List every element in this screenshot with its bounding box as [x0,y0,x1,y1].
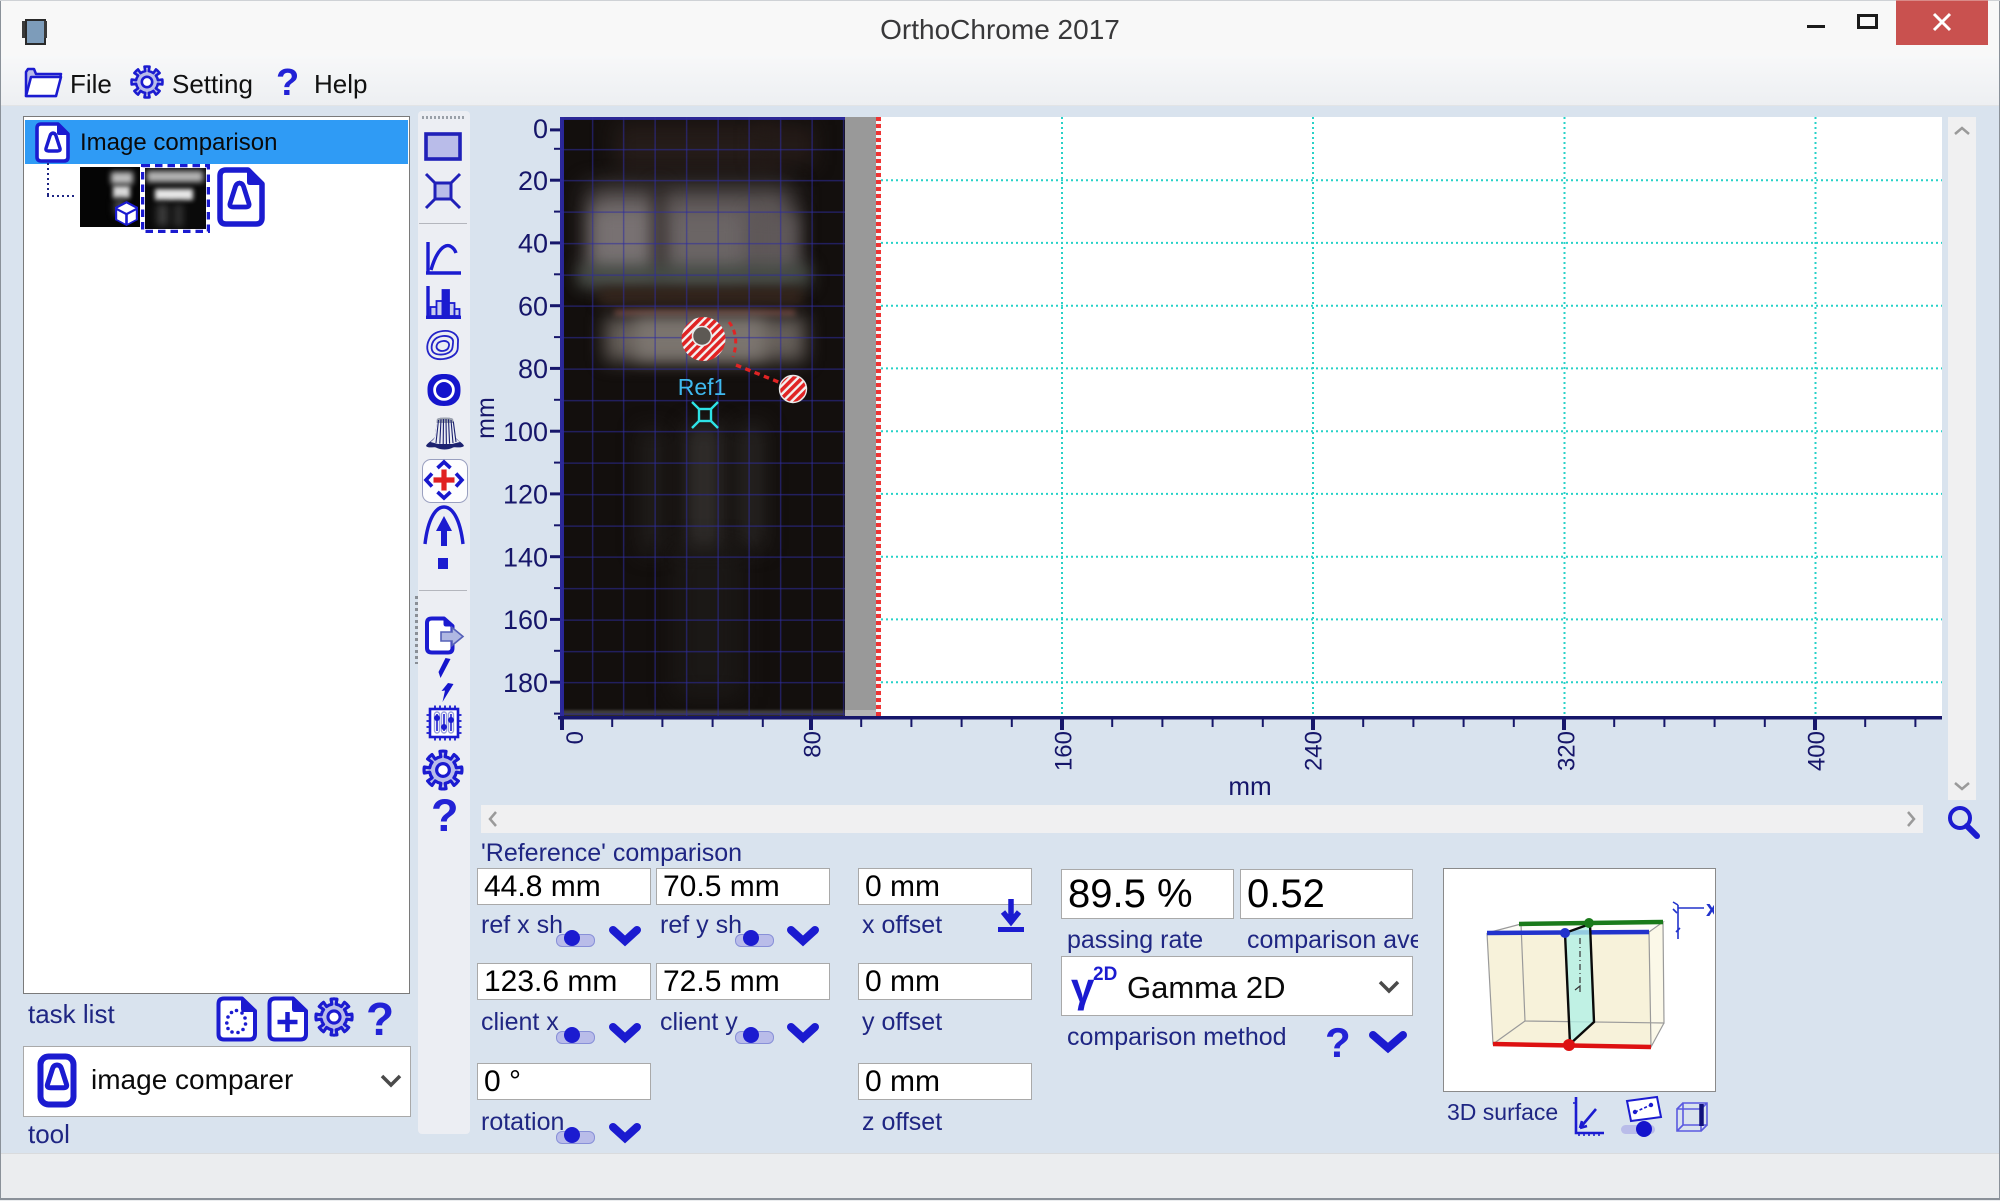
svg-text:120: 120 [503,480,548,510]
svg-text:320: 320 [1554,731,1581,771]
svg-text:240: 240 [1301,731,1328,771]
svg-text:γ: γ [1071,964,1095,1011]
svg-text:160: 160 [1051,731,1078,771]
svg-text:80: 80 [518,354,548,384]
svg-text:40: 40 [518,229,548,259]
svg-text:180: 180 [503,668,548,698]
svg-text:140: 140 [503,542,548,572]
svg-text:mm: mm [480,397,500,439]
svg-text:160: 160 [503,605,548,635]
svg-text:100: 100 [503,417,548,447]
svg-text:80: 80 [800,731,827,758]
svg-text:x: x [1706,896,1714,921]
svg-text:2D: 2D [1093,964,1117,985]
svg-text:0: 0 [533,114,548,144]
svg-text:20: 20 [518,166,548,196]
svg-text:400: 400 [1804,731,1831,771]
svg-text:mm: mm [1228,771,1271,801]
svg-text:60: 60 [518,291,548,321]
svg-text:0: 0 [562,731,589,744]
